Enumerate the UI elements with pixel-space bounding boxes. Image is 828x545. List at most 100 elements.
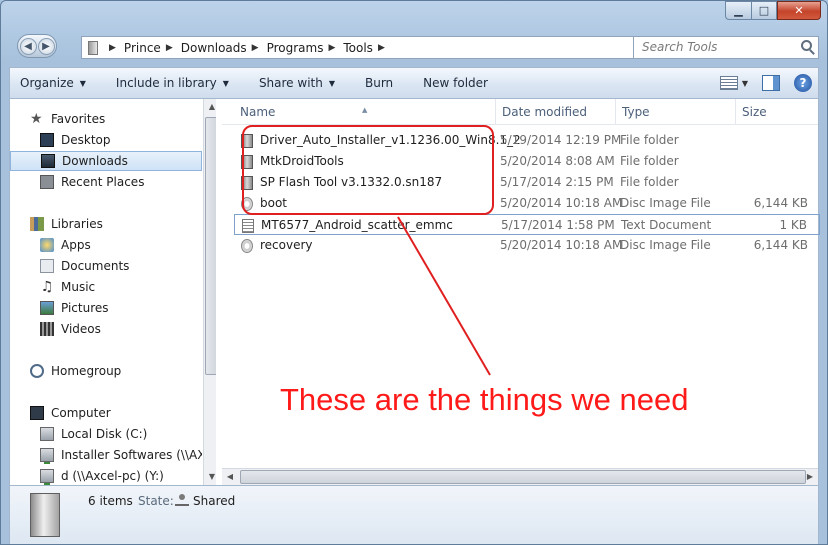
star-icon: ★ <box>30 111 43 127</box>
close-button[interactable]: ✕ <box>777 1 821 20</box>
apps-icon <box>40 238 54 252</box>
sidebar-item-libraries[interactable]: Libraries <box>10 214 202 234</box>
chevron-right-icon[interactable]: ▶ <box>328 43 335 53</box>
sidebar-item-label: Pictures <box>61 301 109 315</box>
state-label: State: <box>138 494 174 508</box>
share-with-button[interactable]: Share with ▼ <box>259 76 335 90</box>
maximize-button[interactable]: □ <box>751 1 777 20</box>
hard-drive-icon <box>40 427 54 441</box>
back-button[interactable]: ◀ <box>19 37 37 55</box>
sidebar-item-label: Installer Softwares (\\AXCE <box>61 448 202 462</box>
back-forward-group: ◀ ▶ <box>17 34 57 58</box>
annotation-pointer-icon <box>397 216 491 376</box>
main-area: ★ Favorites Desktop Downloads Recent Plac… <box>9 99 820 485</box>
search-placeholder: Search Tools <box>642 40 718 54</box>
view-options-chevron-icon[interactable]: ▼ <box>742 79 748 88</box>
sidebar-item-computer[interactable]: Computer <box>10 403 202 423</box>
scroll-left-icon[interactable]: ◀ <box>222 469 238 485</box>
sidebar-item-label: Libraries <box>51 217 103 231</box>
computer-icon <box>30 406 44 420</box>
chevron-down-icon: ▼ <box>79 79 86 88</box>
sidebar-item-d-drive[interactable]: d (\\Axcel-pc) (Y:) <box>10 466 202 485</box>
share-with-label: Share with <box>258 76 323 90</box>
change-view-icon[interactable] <box>719 76 738 90</box>
sidebar-scrollbar[interactable]: ▲ ▼ <box>203 99 216 485</box>
chevron-down-icon: ▼ <box>328 79 335 88</box>
sidebar-item-apps[interactable]: Apps <box>10 235 202 255</box>
search-input[interactable]: Search Tools <box>633 36 819 59</box>
organize-button[interactable]: Organize ▼ <box>20 76 86 90</box>
horizontal-scrollbar[interactable]: ◀ ▶ <box>222 468 818 485</box>
sidebar-item-label: Local Disk (C:) <box>61 427 148 441</box>
sidebar-item-favorites[interactable]: ★ Favorites <box>10 109 202 129</box>
forward-button[interactable]: ▶ <box>37 37 55 55</box>
sidebar-item-label: Apps <box>61 238 91 252</box>
sidebar-item-recent-places[interactable]: Recent Places <box>10 172 202 192</box>
navigation-pane: ★ Favorites Desktop Downloads Recent Plac… <box>10 99 216 485</box>
include-in-library-button[interactable]: Include in library ▼ <box>116 76 229 90</box>
annotation-text: These are the things we need <box>280 382 689 417</box>
sidebar-scroll-thumb[interactable] <box>205 117 216 375</box>
preview-pane-icon[interactable] <box>762 75 780 91</box>
network-drive-icon <box>40 469 54 485</box>
breadcrumb-programs[interactable]: Programs <box>267 41 324 55</box>
sidebar-item-music[interactable]: ♫ Music <box>10 277 202 297</box>
organize-label: Organize <box>20 76 74 90</box>
command-bar: Organize ▼ Include in library ▼ Share with… <box>9 67 819 99</box>
file-list: Name ▲ Date modified Type Size Driver_Aut… <box>222 99 820 485</box>
sidebar-item-videos[interactable]: Videos <box>10 319 202 339</box>
chevron-right-icon[interactable]: ▶ <box>109 43 116 53</box>
documents-icon <box>40 259 54 273</box>
sidebar-item-desktop[interactable]: Desktop <box>10 130 202 150</box>
scroll-down-icon[interactable]: ▼ <box>204 469 216 485</box>
address-bar[interactable]: ▶ Prince ▶ Downloads ▶ Programs ▶ Tools … <box>81 36 635 59</box>
sidebar-item-label: Videos <box>61 322 101 336</box>
pictures-icon <box>40 301 54 315</box>
scroll-up-icon[interactable]: ▲ <box>204 99 216 115</box>
breadcrumb-prince[interactable]: Prince <box>124 41 161 55</box>
chevron-right-icon[interactable]: ▶ <box>166 43 173 53</box>
sidebar-item-label: Favorites <box>51 112 106 126</box>
navigation-bar: ◀ ▶ ▶ Prince ▶ Downloads ▶ Programs ▶ To… <box>15 34 819 60</box>
desktop-icon <box>40 133 54 147</box>
toolbar-right: ▼ ? <box>719 74 812 92</box>
sidebar-item-label: Downloads <box>62 154 128 168</box>
include-in-library-label: Include in library <box>115 76 217 90</box>
explorer-window: ▁ □ ✕ ◀ ▶ ▶ Prince ▶ Downloads ▶ Program… <box>0 0 828 545</box>
sidebar-item-pictures[interactable]: Pictures <box>10 298 202 318</box>
downloads-icon <box>41 154 55 168</box>
sidebar-item-downloads[interactable]: Downloads <box>10 151 202 171</box>
sidebar-item-label: Recent Places <box>61 175 145 189</box>
chevron-right-icon[interactable]: ▶ <box>378 43 385 53</box>
libraries-icon <box>30 217 44 231</box>
sidebar-item-label: Desktop <box>61 133 111 147</box>
sidebar-item-label: Homegroup <box>51 364 122 378</box>
breadcrumb-downloads[interactable]: Downloads <box>181 41 247 55</box>
help-icon[interactable]: ? <box>794 74 812 92</box>
recent-places-icon <box>40 175 54 189</box>
homegroup-icon <box>30 364 44 378</box>
new-folder-button[interactable]: New folder <box>423 76 488 90</box>
caption-buttons: ▁ □ ✕ <box>725 1 821 20</box>
burn-button[interactable]: Burn <box>365 76 393 90</box>
scroll-right-icon[interactable]: ▶ <box>802 469 818 485</box>
search-icon[interactable] <box>801 40 812 51</box>
sidebar-item-homegroup[interactable]: Homegroup <box>10 361 202 381</box>
breadcrumb-tools[interactable]: Tools <box>343 41 373 55</box>
sidebar-item-label: Documents <box>61 259 130 273</box>
state-value: Shared <box>193 494 236 508</box>
music-icon: ♫ <box>40 279 54 295</box>
details-pane: 6 items State: Shared <box>9 485 819 544</box>
item-count: 6 items <box>88 494 133 508</box>
horizontal-scroll-thumb[interactable] <box>240 470 806 484</box>
sidebar-item-label: Music <box>61 280 96 294</box>
sidebar-item-label: d (\\Axcel-pc) (Y:) <box>61 469 164 483</box>
sidebar-item-documents[interactable]: Documents <box>10 256 202 276</box>
videos-icon <box>40 322 54 336</box>
sidebar-item-local-disk[interactable]: Local Disk (C:) <box>10 424 202 444</box>
minimize-button[interactable]: ▁ <box>725 1 751 20</box>
shared-users-icon <box>175 494 189 506</box>
chevron-right-icon[interactable]: ▶ <box>252 43 259 53</box>
sidebar-item-installer-softwares[interactable]: Installer Softwares (\\AXCE <box>10 445 202 465</box>
folder-icon <box>30 493 60 537</box>
